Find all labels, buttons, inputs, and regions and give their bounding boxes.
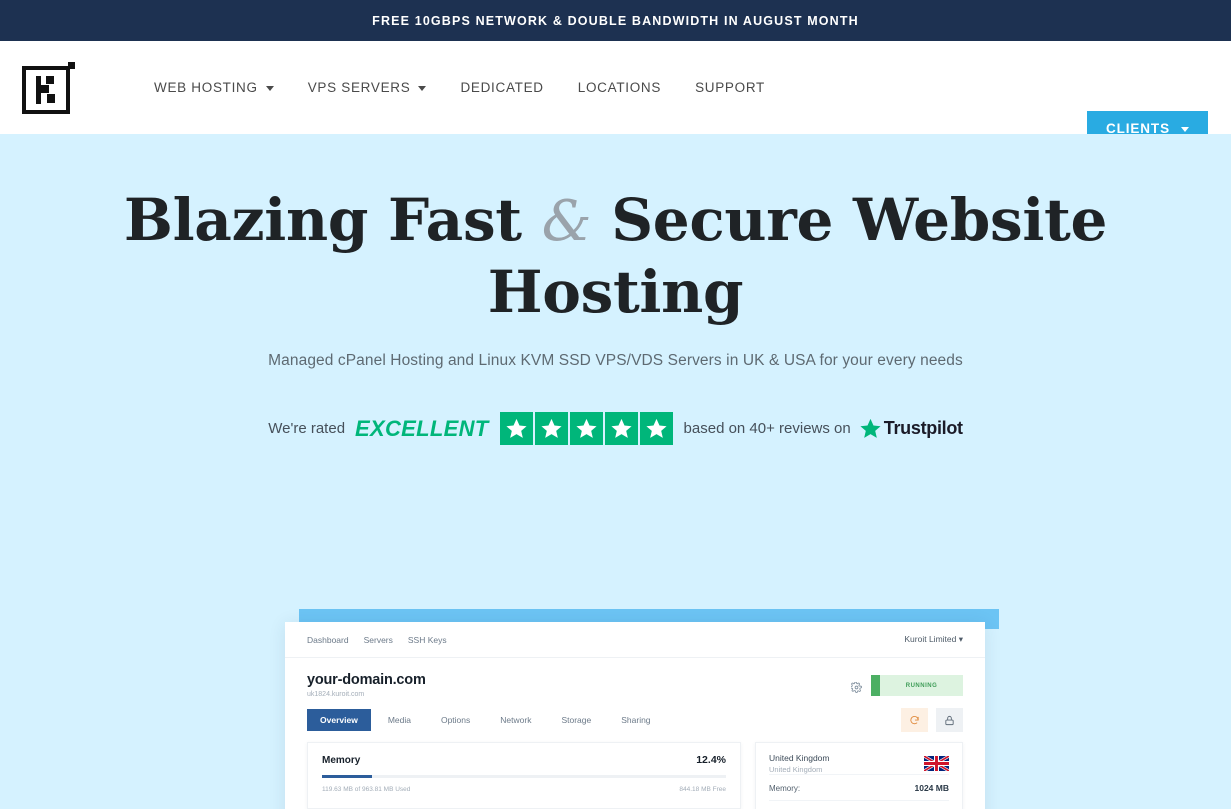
site-header: WEB HOSTING VPS SERVERS DEDICATED LOCATI… <box>0 41 1231 146</box>
account-name: Kuroit Limited <box>904 634 957 644</box>
metric-used: 119.63 MB of 963.81 MB Used <box>322 785 410 795</box>
tab-media[interactable]: Media <box>375 709 424 731</box>
lock-icon <box>945 715 954 725</box>
tab-sharing[interactable]: Sharing <box>608 709 663 731</box>
hero-title-part1: Blazing Fast <box>123 186 522 254</box>
restart-button[interactable] <box>901 708 928 732</box>
chevron-down-icon <box>418 86 427 91</box>
hero-title-part2: Secure Website <box>611 186 1108 254</box>
dashboard-tabs-row: Overview Media Options Network Storage S… <box>285 698 985 732</box>
logo-k-glyph <box>36 75 58 104</box>
nav-label: WEB HOSTING <box>154 80 258 95</box>
lock-button[interactable] <box>936 708 963 732</box>
nav-item-support[interactable]: SUPPORT <box>678 80 782 95</box>
metric-free-text: 844.18 MB Free <box>679 786 726 793</box>
hero-title-ampersand: & <box>541 189 592 254</box>
nav-label: SUPPORT <box>695 80 765 95</box>
dashboard-nav-servers[interactable]: Servers <box>364 635 393 645</box>
uk-flag-icon <box>923 754 950 772</box>
location-name: United Kingdom <box>769 753 830 763</box>
dashboard-action-buttons <box>901 708 963 732</box>
metric-progress-track <box>322 775 726 778</box>
metric-title: Memory <box>322 755 360 766</box>
dashboard-tabs: Overview Media Options Network Storage S… <box>307 709 664 731</box>
tab-storage[interactable]: Storage <box>548 709 604 731</box>
server-location: United Kingdom United Kingdom <box>769 753 950 774</box>
dashboard-topbar: Dashboard Servers SSH Keys Kuroit Limite… <box>285 622 985 658</box>
trustpilot-logo: Trustpilot <box>859 417 963 440</box>
location-sub: United Kingdom <box>769 765 823 774</box>
chevron-down-icon <box>265 86 274 91</box>
dashboard-topnav: Dashboard Servers SSH Keys <box>307 635 447 645</box>
dashboard-server-header: your-domain.com uk1824.kuroit.com RUNNIN… <box>285 658 985 698</box>
spec-value: 1024 MB <box>914 783 950 793</box>
spec-label: Memory: <box>769 783 801 793</box>
dashboard-nav-ssh-keys[interactable]: SSH Keys <box>408 635 447 645</box>
star-icon <box>499 412 533 445</box>
star-icon <box>534 412 568 445</box>
trustpilot-brand: Trustpilot <box>883 418 963 438</box>
trustpilot-reviews-text: based on 40+ reviews on <box>683 420 851 437</box>
star-icon <box>569 412 603 445</box>
status-badge: RUNNING <box>871 675 963 696</box>
dashboard-metrics: Memory 12.4% 119.63 MB of 963.81 MB Used… <box>307 742 741 809</box>
tab-overview[interactable]: Overview <box>307 709 371 731</box>
site-logo[interactable] <box>22 61 75 114</box>
dashboard-nav-dashboard[interactable]: Dashboard <box>307 635 349 645</box>
announcement-bar: FREE 10GBPS NETWORK & DOUBLE BANDWIDTH I… <box>0 0 1231 41</box>
account-menu[interactable]: Kuroit Limited ▾ <box>904 634 963 645</box>
server-domain: your-domain.com <box>307 672 426 688</box>
hero-section: Blazing Fast & Secure Website Hosting Ma… <box>0 134 1231 809</box>
nav-item-vps-servers[interactable]: VPS SERVERS <box>291 80 444 95</box>
dashboard-body: Memory 12.4% 119.63 MB of 963.81 MB Used… <box>285 732 985 809</box>
metric-card-memory: Memory 12.4% 119.63 MB of 963.81 MB Used… <box>307 742 741 809</box>
dashboard-server-info: United Kingdom United Kingdom Memory: 10… <box>755 742 963 809</box>
nav-label: VPS SERVERS <box>307 80 411 95</box>
nav-item-web-hosting[interactable]: WEB HOSTING <box>137 80 291 95</box>
metric-progress-fill <box>322 775 373 778</box>
announcement-text: FREE 10GBPS NETWORK & DOUBLE BANDWIDTH I… <box>372 13 859 28</box>
nav-label: LOCATIONS <box>577 80 662 95</box>
main-nav: WEB HOSTING VPS SERVERS DEDICATED LOCATI… <box>137 80 782 95</box>
spec-row-cpu: CPU: Intel® Xeon® CPU E3-1240 v6 1 Core <box>769 800 949 809</box>
page-title: Blazing Fast & Secure Website Hosting <box>0 134 1231 327</box>
trustpilot-stars <box>499 412 673 445</box>
hero-subtitle: Managed cPanel Hosting and Linux KVM SSD… <box>268 352 963 369</box>
trustpilot-star-icon <box>860 418 881 438</box>
spec-row-memory: Memory: 1024 MB <box>769 774 949 800</box>
logo-dot <box>68 61 75 69</box>
server-header-actions: RUNNING <box>850 672 963 696</box>
hero-title-line2: Hosting <box>487 258 744 326</box>
tab-network[interactable]: Network <box>487 709 544 731</box>
status-badge-label: RUNNING <box>905 682 938 689</box>
dashboard-mockup: Dashboard Servers SSH Keys Kuroit Limite… <box>285 609 999 809</box>
tab-options[interactable]: Options <box>428 709 483 731</box>
server-hostname: uk1824.kuroit.com <box>307 691 365 698</box>
trustpilot-rated-prefix: We're rated <box>268 420 346 437</box>
nav-item-locations[interactable]: LOCATIONS <box>561 80 678 95</box>
metric-title-text: Memory <box>322 755 361 766</box>
metric-used-text: 119.63 MB of 963.81 MB Used <box>322 786 411 793</box>
status-badge-bar <box>871 675 880 696</box>
nav-label: DEDICATED <box>460 80 544 95</box>
dashboard-card: Dashboard Servers SSH Keys Kuroit Limite… <box>285 622 985 809</box>
trustpilot-rating[interactable]: We're rated EXCELLENT based on 40+ revie… <box>0 412 1231 445</box>
trustpilot-rating-word: EXCELLENT <box>355 415 489 441</box>
metric-free: 844.18 MB Free <box>679 785 726 795</box>
chevron-down-icon <box>1181 127 1189 132</box>
nav-item-dedicated[interactable]: DEDICATED <box>443 80 560 95</box>
star-icon <box>639 412 673 445</box>
star-icon <box>604 412 638 445</box>
gear-icon[interactable] <box>850 680 862 693</box>
metric-percent: 12.4% <box>696 754 726 766</box>
restart-icon <box>910 715 919 724</box>
